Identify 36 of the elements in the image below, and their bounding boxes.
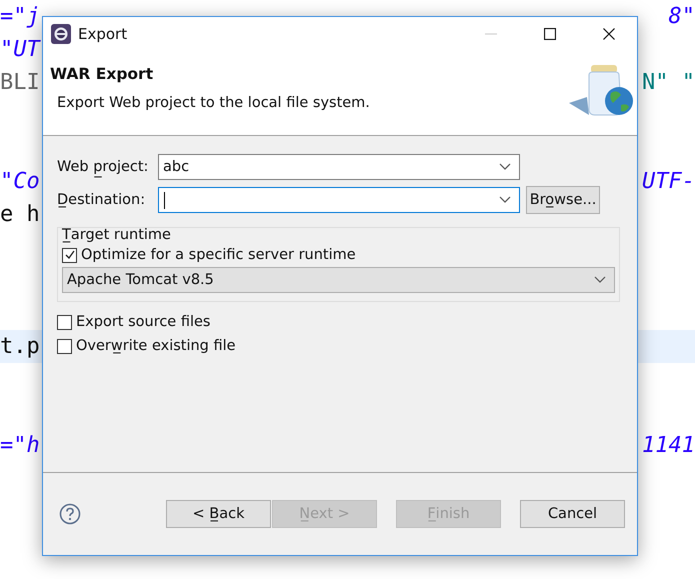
window-title: Export bbox=[78, 25, 128, 43]
checkbox[interactable] bbox=[57, 338, 72, 354]
checkbox[interactable] bbox=[57, 314, 72, 330]
code-text: N" " bbox=[642, 70, 695, 96]
dialog-button[interactable]: Cancel bbox=[520, 500, 625, 528]
field-label: Web p̲roject: bbox=[57, 159, 154, 175]
field-label: D̲estination: bbox=[57, 192, 146, 208]
browse-button[interactable]: Bro̲wse... bbox=[526, 186, 600, 214]
dialog-button[interactable]: < B̲ack bbox=[166, 500, 271, 528]
maximize-icon[interactable] bbox=[544, 28, 556, 40]
code-text: ="j bbox=[0, 4, 40, 30]
group-title: T̲arget runtime bbox=[62, 227, 172, 243]
server-runtime-dropdown[interactable]: Apache Tomcat v8.5 bbox=[62, 267, 615, 293]
checkbox-label: Overw̲rite existing file bbox=[76, 338, 236, 354]
close-icon[interactable] bbox=[603, 28, 615, 40]
checkbox[interactable] bbox=[62, 248, 77, 262]
page-description: Export Web project to the local file system. bbox=[56, 95, 370, 111]
code-text: e h bbox=[0, 202, 40, 228]
web-project-dropdown[interactable]: abc bbox=[158, 154, 520, 180]
code-text: BLI bbox=[0, 70, 40, 96]
code-text: t.p bbox=[0, 334, 40, 360]
checkbox-label: Optimize for a specific server runtime bbox=[81, 247, 356, 263]
help-icon[interactable] bbox=[59, 503, 81, 525]
page-title: WAR Export bbox=[50, 65, 154, 83]
eclipse-icon bbox=[51, 24, 71, 44]
code-text: "Co bbox=[0, 168, 40, 194]
code-text: 8" bbox=[668, 4, 695, 30]
code-text: 1141 bbox=[642, 432, 695, 458]
destination-field[interactable] bbox=[158, 187, 520, 213]
checkbox-label: Export source files bbox=[76, 314, 210, 330]
chevron-down-icon bbox=[499, 163, 511, 171]
chevron-down-icon bbox=[499, 196, 511, 204]
code-text: "UT bbox=[0, 36, 40, 62]
code-text: UTF- bbox=[642, 168, 695, 194]
code-text: ="h bbox=[0, 432, 40, 458]
chevron-down-icon bbox=[594, 276, 606, 284]
